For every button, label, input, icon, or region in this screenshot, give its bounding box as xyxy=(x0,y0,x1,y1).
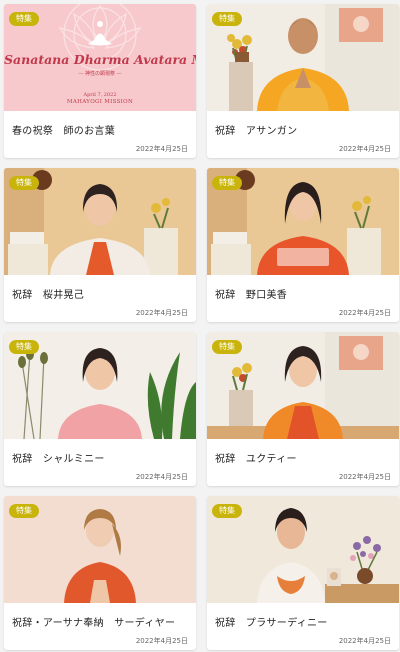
article-date: 2022年4月25日 xyxy=(338,145,391,153)
article-thumbnail[interactable]: 特集 xyxy=(207,496,399,603)
article-thumbnail[interactable]: 特集 xyxy=(4,332,196,439)
feature-badge: 特集 xyxy=(9,12,39,26)
article-title[interactable]: 祝辞 アサンガン xyxy=(215,122,297,137)
article-card[interactable]: 特集 祝辞 アサンガン 2022年4月25日 xyxy=(207,4,399,158)
article-thumbnail[interactable]: 特集 xyxy=(207,332,399,439)
article-thumbnail[interactable]: 特集 xyxy=(4,496,196,603)
article-thumbnail[interactable]: 特集 xyxy=(4,168,196,275)
feature-badge: 特集 xyxy=(212,504,242,518)
article-title[interactable]: 祝辞 ユクティー xyxy=(215,450,297,465)
article-thumbnail[interactable]: 特集 xyxy=(207,4,399,111)
feature-badge: 特集 xyxy=(212,340,242,354)
article-title[interactable]: 祝辞・アーサナ奉納 サーディヤー xyxy=(12,614,175,629)
article-thumbnail[interactable]: Sanatana Dharma Avatara Mela — 神性の顕現祭 — … xyxy=(4,4,196,111)
article-card[interactable]: 特集 祝辞 プラサーディニー 2022年4月25日 xyxy=(207,496,399,650)
banner-subtitle: — 神性の顕現祭 — xyxy=(78,71,122,77)
article-title[interactable]: 祝辞 プラサーディニー xyxy=(215,614,328,629)
article-title[interactable]: 祝辞 桜井晃己 xyxy=(12,286,84,301)
article-date: 2022年4月25日 xyxy=(338,473,391,481)
article-title[interactable]: 祝辞 野口美香 xyxy=(215,286,287,301)
feature-badge: 特集 xyxy=(9,340,39,354)
article-card[interactable]: 特集 祝辞 野口美香 2022年4月25日 xyxy=(207,168,399,322)
feature-badge: 特集 xyxy=(212,176,242,190)
article-card[interactable]: 特集 祝辞 シャルミニー 2022年4月25日 xyxy=(4,332,196,486)
article-date: 2022年4月25日 xyxy=(135,145,188,153)
article-title[interactable]: 祝辞 シャルミニー xyxy=(12,450,105,465)
article-card[interactable]: Sanatana Dharma Avatara Mela — 神性の顕現祭 — … xyxy=(4,4,196,158)
article-date: 2022年4月25日 xyxy=(135,309,188,317)
banner-org: MAHAYOGI MISSION xyxy=(66,99,134,105)
feature-badge: 特集 xyxy=(9,176,39,190)
article-card[interactable]: 特集 祝辞・アーサナ奉納 サーディヤー 2022年4月25日 xyxy=(4,496,196,650)
feature-badge: 特集 xyxy=(9,504,39,518)
article-grid: Sanatana Dharma Avatara Mela — 神性の顕現祭 — … xyxy=(0,0,400,652)
article-date: 2022年4月25日 xyxy=(135,637,188,645)
article-title[interactable]: 春の祝祭 師のお言葉 xyxy=(12,122,115,137)
feature-badge: 特集 xyxy=(212,12,242,26)
article-date: 2022年4月25日 xyxy=(135,473,188,481)
banner-date: April 7, 2022 xyxy=(83,92,117,98)
article-card[interactable]: 特集 祝辞 桜井晃己 2022年4月25日 xyxy=(4,168,196,322)
article-card[interactable]: 特集 祝辞 ユクティー 2022年4月25日 xyxy=(207,332,399,486)
article-thumbnail[interactable]: 特集 xyxy=(207,168,399,275)
article-date: 2022年4月25日 xyxy=(338,309,391,317)
banner-title: Sanatana Dharma Avatara Mela xyxy=(4,52,196,67)
article-date: 2022年4月25日 xyxy=(338,637,391,645)
